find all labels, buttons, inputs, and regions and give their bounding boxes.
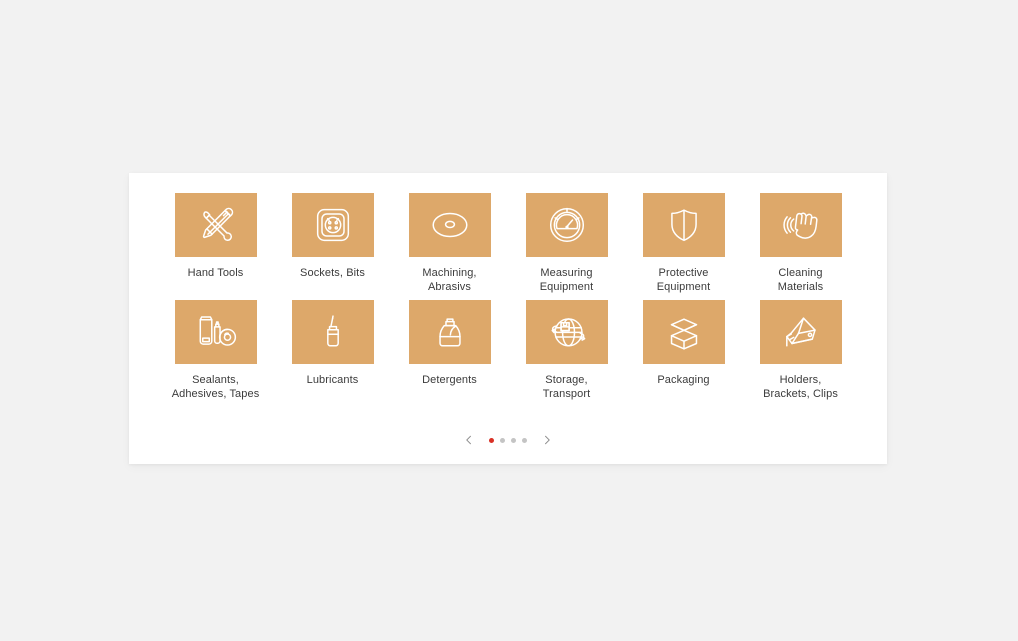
category-tile-label: Holders, Brackets, Clips: [763, 374, 838, 400]
socket-icon[interactable]: [291, 193, 374, 257]
category-tile-label: Protective Equipment: [656, 267, 711, 293]
category-carousel-card: Hand Tools Sockets, Bits Machining, Abra…: [129, 173, 887, 464]
category-tile[interactable]: Storage, Transport: [508, 300, 625, 401]
category-tile[interactable]: Sockets, Bits: [274, 193, 391, 294]
globe-logistics-icon[interactable]: [525, 300, 608, 364]
category-tile-label: Storage, Transport: [542, 374, 591, 400]
category-tile-label: Measuring Equipment: [539, 267, 594, 293]
carousel-dot[interactable]: [500, 437, 505, 443]
carousel-dot[interactable]: [522, 437, 527, 443]
tube-tape-icon[interactable]: [174, 300, 257, 364]
category-grid: Hand Tools Sockets, Bits Machining, Abra…: [129, 173, 887, 401]
category-tile[interactable]: Cleaning Materials: [742, 193, 859, 294]
carousel-next-button[interactable]: [539, 432, 555, 448]
wrench-screwdriver-icon[interactable]: [174, 193, 257, 257]
category-tile[interactable]: Protective Equipment: [625, 193, 742, 294]
category-tile[interactable]: Machining, Abrasivs: [391, 193, 508, 294]
wiping-hand-icon[interactable]: [759, 193, 842, 257]
category-tile[interactable]: Sealants, Adhesives, Tapes: [157, 300, 274, 401]
category-tile-label: Sockets, Bits: [300, 267, 365, 279]
category-tile[interactable]: Lubricants: [274, 300, 391, 401]
carousel-dots: [489, 437, 527, 443]
carousel-dot[interactable]: [511, 437, 516, 443]
grinding-disc-icon[interactable]: [408, 193, 491, 257]
category-tile[interactable]: Holders, Brackets, Clips: [742, 300, 859, 401]
carousel-dot[interactable]: [489, 437, 494, 443]
gauge-icon[interactable]: [525, 193, 608, 257]
oil-bottle-icon[interactable]: [291, 300, 374, 364]
category-tile-label: Detergents: [422, 374, 477, 386]
category-tile[interactable]: Detergents: [391, 300, 508, 401]
category-tile[interactable]: Hand Tools: [157, 193, 274, 294]
category-tile-label: Machining, Abrasivs: [422, 267, 477, 293]
category-tile[interactable]: Measuring Equipment: [508, 193, 625, 294]
category-tile[interactable]: Packaging: [625, 300, 742, 401]
canister-icon[interactable]: [408, 300, 491, 364]
category-tile-label: Cleaning Materials: [777, 267, 824, 293]
shield-icon[interactable]: [642, 193, 725, 257]
category-tile-label: Sealants, Adhesives, Tapes: [171, 374, 260, 400]
carousel-pagination: [129, 432, 887, 448]
carousel-prev-button[interactable]: [461, 432, 477, 448]
bracket-clip-icon[interactable]: [759, 300, 842, 364]
open-box-icon[interactable]: [642, 300, 725, 364]
category-tile-label: Lubricants: [306, 374, 359, 386]
category-tile-label: Hand Tools: [187, 267, 244, 279]
category-tile-label: Packaging: [657, 374, 710, 386]
